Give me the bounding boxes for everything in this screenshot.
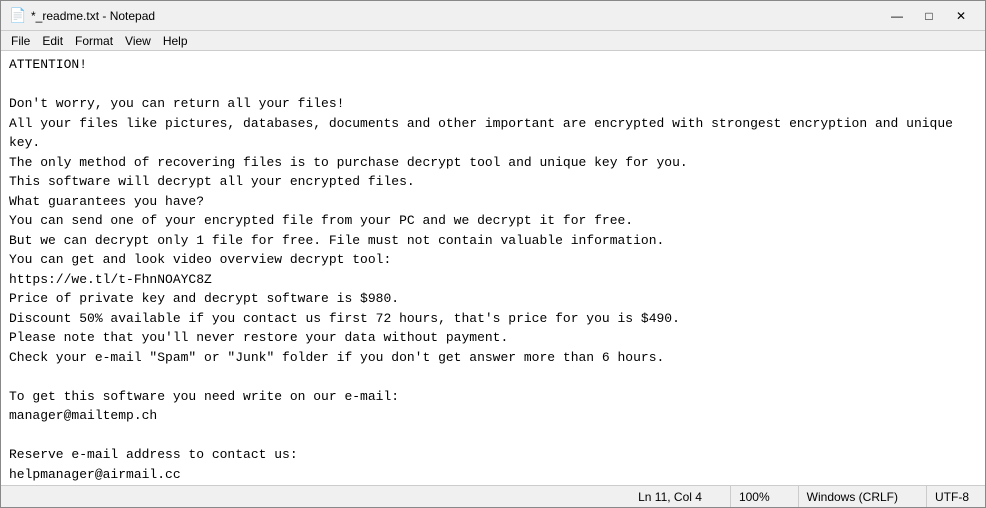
- menu-view[interactable]: View: [119, 32, 157, 50]
- encoding: UTF-8: [926, 486, 977, 507]
- menu-help[interactable]: Help: [157, 32, 194, 50]
- zoom-level: 100%: [730, 486, 778, 507]
- menu-edit[interactable]: Edit: [36, 32, 69, 50]
- title-bar: 📄 *_readme.txt - Notepad — □ ✕: [1, 1, 985, 31]
- window-title: *_readme.txt - Notepad: [31, 9, 155, 23]
- minimize-button[interactable]: —: [881, 5, 913, 27]
- status-bar: Ln 11, Col 4 100% Windows (CRLF) UTF-8: [1, 485, 985, 507]
- menu-file[interactable]: File: [5, 32, 36, 50]
- notepad-window: 📄 *_readme.txt - Notepad — □ ✕ File Edit…: [0, 0, 986, 508]
- text-editor[interactable]: ATTENTION! Don't worry, you can return a…: [1, 51, 985, 485]
- maximize-button[interactable]: □: [913, 5, 945, 27]
- menu-bar: File Edit Format View Help: [1, 31, 985, 51]
- menu-format[interactable]: Format: [69, 32, 119, 50]
- title-bar-left: 📄 *_readme.txt - Notepad: [9, 8, 155, 24]
- line-ending: Windows (CRLF): [798, 486, 906, 507]
- cursor-position: Ln 11, Col 4: [630, 486, 710, 507]
- close-button[interactable]: ✕: [945, 5, 977, 27]
- window-controls: — □ ✕: [881, 5, 977, 27]
- app-icon: 📄: [9, 8, 25, 24]
- editor-area: ATTENTION! Don't worry, you can return a…: [1, 51, 985, 485]
